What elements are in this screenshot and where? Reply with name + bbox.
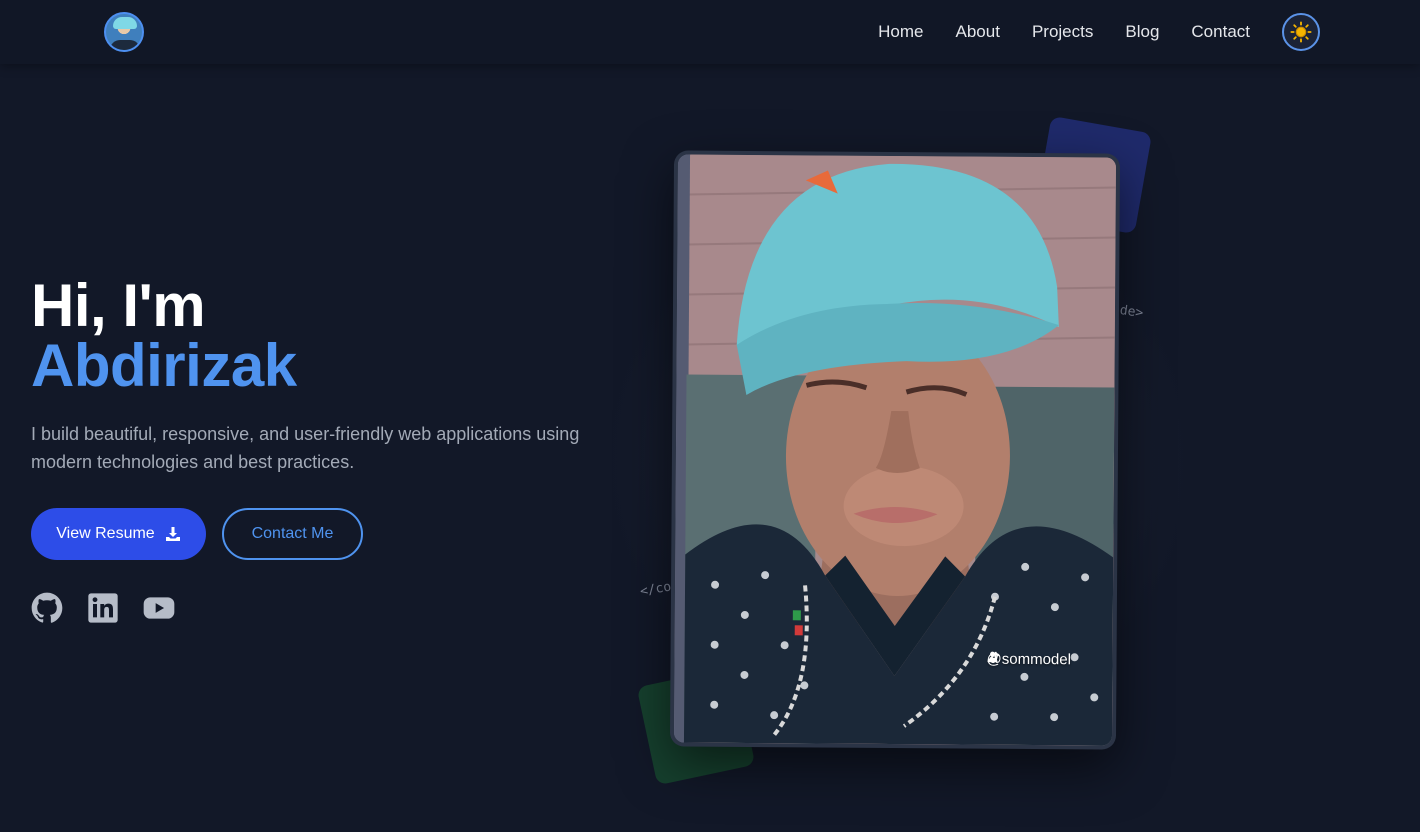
- theme-toggle-button[interactable]: [1282, 13, 1320, 51]
- nav-link-contact[interactable]: Contact: [1191, 22, 1250, 42]
- view-resume-button[interactable]: View Resume: [31, 508, 206, 560]
- nav-link-projects[interactable]: Projects: [1032, 22, 1093, 42]
- hero-greeting: Hi, I'm: [31, 272, 206, 339]
- view-resume-label: View Resume: [56, 525, 155, 542]
- hero-title: Hi, I'm Abdirizak: [31, 276, 297, 396]
- social-links: [31, 592, 175, 624]
- hero-description: I build beautiful, responsive, and user-…: [31, 424, 580, 472]
- nav-link-blog[interactable]: Blog: [1125, 22, 1159, 42]
- contact-me-button[interactable]: Contact Me: [222, 508, 363, 560]
- hero-name: Abdirizak: [31, 332, 297, 399]
- github-icon[interactable]: [31, 592, 63, 624]
- nav-link-home[interactable]: Home: [878, 22, 923, 42]
- youtube-icon[interactable]: [143, 592, 175, 624]
- photo-watermark: @sommodel: [986, 651, 1071, 669]
- profile-avatar-logo[interactable]: [104, 12, 144, 52]
- profile-photo: @sommodel: [673, 154, 1117, 746]
- nav-link-about[interactable]: About: [956, 22, 1000, 42]
- sun-icon: [1290, 21, 1312, 43]
- nav-links: Home About Projects Blog Contact: [878, 0, 1250, 64]
- user-icon: [987, 651, 998, 663]
- navbar: Home About Projects Blog Contact: [0, 0, 1420, 64]
- profile-photo-card: @sommodel: [669, 150, 1121, 750]
- download-icon: [165, 527, 180, 541]
- linkedin-icon[interactable]: [87, 592, 119, 624]
